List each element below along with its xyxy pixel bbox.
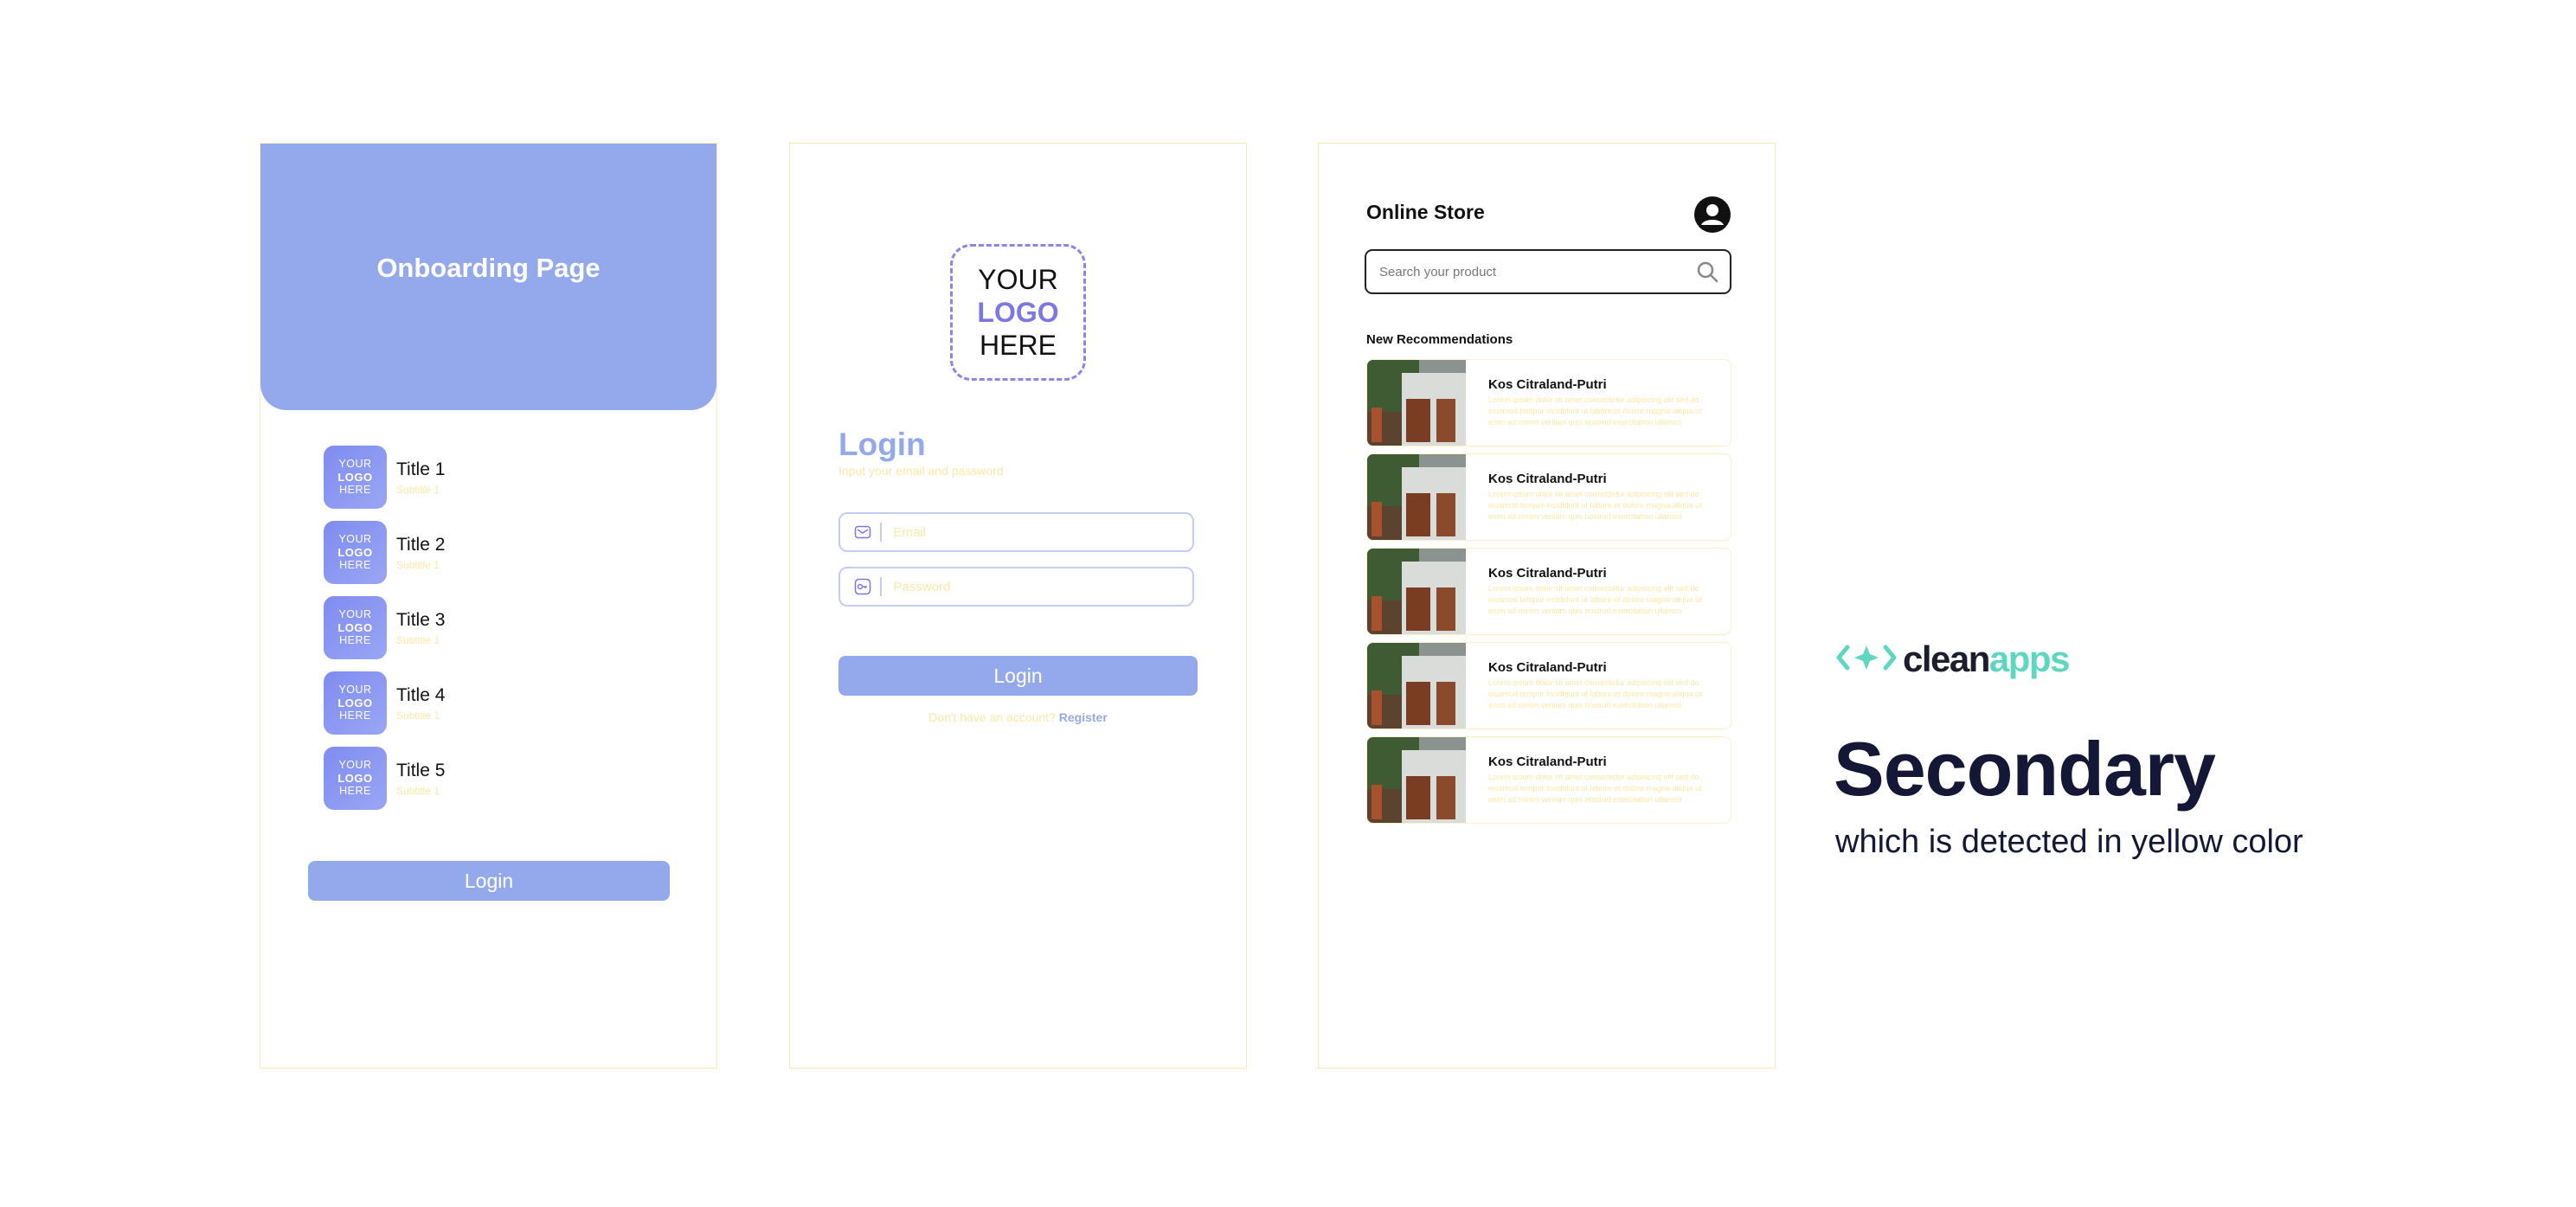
email-input[interactable] <box>891 523 1192 541</box>
register-link[interactable]: Register <box>1059 710 1108 724</box>
headline: Secondary <box>1834 726 2216 812</box>
product-image <box>1367 549 1466 634</box>
product-image <box>1367 454 1466 540</box>
search-bar[interactable] <box>1365 249 1731 294</box>
product-description: Lorem ipsum dolor sit amet consectetur a… <box>1488 395 1702 427</box>
logo-placeholder-icon: YOUR LOGO HERE <box>324 521 387 584</box>
list-item-title: Title 2 <box>396 534 446 555</box>
list-item-subtitle: Subtitle 1 <box>396 709 440 722</box>
logo-placeholder-icon: YOUR LOGO HERE <box>324 671 387 735</box>
field-divider <box>880 523 882 542</box>
onboarding-screen: Onboarding Page YOUR LOGO HERE Title 1 Sub… <box>260 143 717 1069</box>
login-submit-button[interactable]: Login <box>838 656 1198 696</box>
onboarding-title: Onboarding Page <box>376 253 601 283</box>
onboarding-header: Onboarding Page <box>260 144 716 410</box>
product-image <box>1367 643 1466 729</box>
product-description: Lorem ipsum dolor sit amet consectetur a… <box>1488 773 1702 804</box>
list-item-title: Title 4 <box>396 684 446 705</box>
product-name: Kos Citraland-Putri <box>1488 566 1607 581</box>
register-prompt: Don't have an account? Register <box>928 710 1108 724</box>
list-item[interactable]: YOUR LOGO HERE Title 1 Subtitle 1 <box>324 446 445 509</box>
cleanapps-logo-icon <box>1835 640 1898 679</box>
product-name: Kos Citraland-Putri <box>1488 754 1607 769</box>
product-description: Lorem ipsum dolor sit amet consectetur a… <box>1488 678 1702 709</box>
product-description: Lorem ipsum dolor sit amet consectetur a… <box>1488 584 1702 615</box>
list-item-subtitle: Subtitle 1 <box>396 784 440 797</box>
list-item-title: Title 5 <box>396 760 446 780</box>
list-item[interactable]: YOUR LOGO HERE Title 5 Subtitle 1 <box>324 747 445 810</box>
section-title: New Recommendations <box>1366 332 1513 347</box>
mail-icon <box>854 523 871 541</box>
list-item-subtitle: Subtitle 1 <box>396 633 440 646</box>
key-icon <box>854 578 871 595</box>
login-subheading: Input your email and password <box>838 464 1004 478</box>
logo-placeholder-icon: YOUR LOGO HERE <box>324 596 387 659</box>
product-name: Kos Citraland-Putri <box>1488 472 1607 486</box>
product-card[interactable]: Kos Citraland-Putri Lorem ipsum dolor si… <box>1366 642 1731 729</box>
logo-placeholder-icon: YOUR LOGO HERE <box>324 747 387 810</box>
list-item-subtitle: Subtitle 1 <box>396 483 440 496</box>
caption: which is detected in yellow color <box>1835 824 2303 860</box>
search-input[interactable] <box>1378 263 1695 280</box>
list-item-subtitle: Subtitle 1 <box>396 558 440 571</box>
list-item[interactable]: YOUR LOGO HERE Title 4 Subtitle 1 <box>324 671 445 735</box>
product-card[interactable]: Kos Citraland-Putri Lorem ipsum dolor si… <box>1366 548 1731 635</box>
product-name: Kos Citraland-Putri <box>1488 377 1607 392</box>
product-image <box>1367 737 1466 823</box>
email-field[interactable] <box>838 512 1194 552</box>
list-item-title: Title 1 <box>396 459 446 479</box>
user-avatar-icon[interactable] <box>1693 196 1731 234</box>
logo-placeholder: YOUR LOGO HERE <box>950 244 1086 381</box>
product-card[interactable]: Kos Citraland-Putri Lorem ipsum dolor si… <box>1366 359 1731 446</box>
password-input[interactable] <box>891 578 1192 595</box>
list-item[interactable]: YOUR LOGO HERE Title 2 Subtitle 1 <box>324 521 445 584</box>
login-screen: YOUR LOGO HERE Login Input your email an… <box>789 143 1247 1069</box>
logo-placeholder-icon: YOUR LOGO HERE <box>324 446 387 509</box>
product-image <box>1367 360 1466 446</box>
login-heading: Login <box>838 427 926 462</box>
list-item[interactable]: YOUR LOGO HERE Title 3 Subtitle 1 <box>324 596 445 659</box>
field-divider <box>880 577 882 596</box>
onboarding-list: YOUR LOGO HERE Title 1 Subtitle 1 YOUR LOGO… <box>324 446 445 822</box>
product-card[interactable]: Kos Citraland-Putri Lorem ipsum dolor si… <box>1366 453 1731 541</box>
login-button[interactable]: Login <box>308 861 670 901</box>
store-screen: Online Store New Recommendations Kos Cit… <box>1318 143 1776 1069</box>
list-item-title: Title 3 <box>396 609 446 630</box>
recommendation-list: Kos Citraland-Putri Lorem ipsum dolor si… <box>1366 359 1731 831</box>
brand-wordmark: cleanapps <box>1903 639 2070 679</box>
password-field[interactable] <box>838 567 1194 607</box>
product-card[interactable]: Kos Citraland-Putri Lorem ipsum dolor si… <box>1366 736 1731 824</box>
product-name: Kos Citraland-Putri <box>1488 660 1607 675</box>
product-description: Lorem ipsum dolor sit amet consectetur a… <box>1488 490 1702 521</box>
brand-logo: cleanapps <box>1835 639 2070 680</box>
search-icon[interactable] <box>1695 260 1719 284</box>
page-title: Online Store <box>1366 201 1485 223</box>
